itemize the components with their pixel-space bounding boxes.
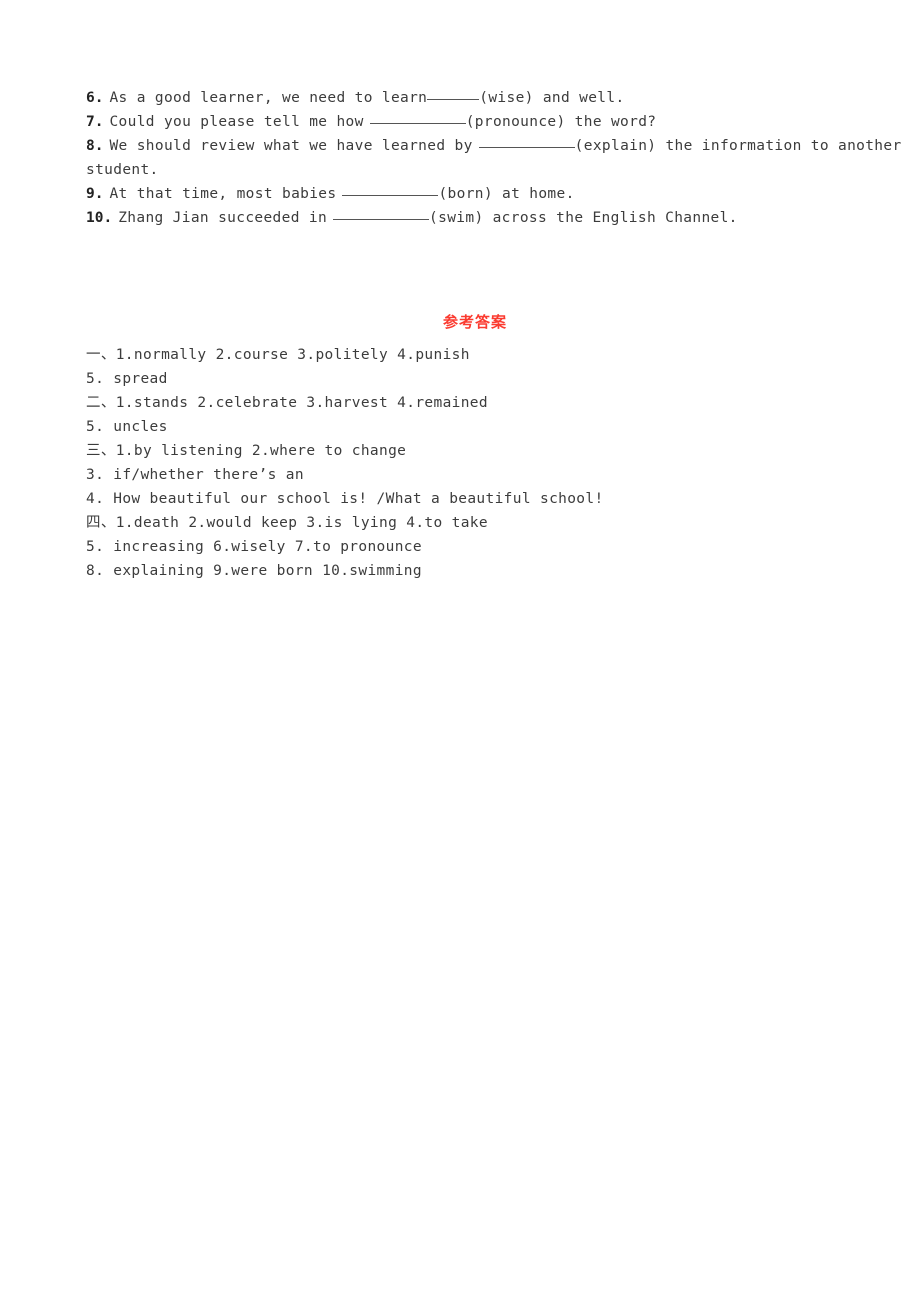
question-item: 6. As a good learner, we need to learn (wi… <box>86 86 876 110</box>
question-text-after: (wise) and well. <box>479 90 625 106</box>
question-item: 7. Could you please tell me how (pronounce… <box>86 110 876 134</box>
answer-key-line: 3. if/whether there’s an <box>86 467 304 483</box>
question-text-before: We should review what we have learned by <box>109 138 473 154</box>
answer-key-line: 四、1.death 2.would keep 3.is lying 4.to t… <box>86 515 488 531</box>
question-text-before: Zhang Jian succeeded in <box>118 210 328 226</box>
question-item: 9. At that time, most babies (born) at hom… <box>86 182 876 206</box>
answer-blank[interactable] <box>333 207 430 220</box>
question-text-before: As a good learner, we need to learn <box>109 90 428 106</box>
question-number: 9. <box>86 186 104 202</box>
answer-key-line: 二、1.stands 2.celebrate 3.harvest 4.remai… <box>86 395 488 411</box>
answer-key-line: 三、1.by listening 2.where to change <box>86 443 407 459</box>
question-text-after: (explain) the information to another <box>574 138 902 154</box>
answer-key-heading: 参考答案 <box>0 311 920 332</box>
question-number: 7. <box>86 114 104 130</box>
answer-blank[interactable] <box>427 87 480 100</box>
answer-blank[interactable] <box>369 111 466 124</box>
question-item: 8. We should review what we have learned … <box>86 134 901 158</box>
answer-key-line: 5. spread <box>86 371 168 387</box>
question-text-after: (pronounce) the word? <box>465 114 657 130</box>
answer-blank[interactable] <box>478 135 575 148</box>
question-text-after: (born) at home. <box>438 186 575 202</box>
question-number: 10. <box>86 210 113 226</box>
worksheet-page: 6. As a good learner, we need to learn (wi… <box>0 0 920 1302</box>
question-list: 6. As a good learner, we need to learn (wi… <box>86 86 901 230</box>
question-text-after: (swim) across the English Channel. <box>429 210 738 226</box>
question-item: 10. Zhang Jian succeeded in (swim) across … <box>86 206 876 230</box>
answer-key-line: 5. uncles <box>86 419 168 435</box>
answer-key-line: 5. increasing 6.wisely 7.to pronounce <box>86 539 422 555</box>
question-text-before: Could you please tell me how <box>109 114 364 130</box>
question-text-before: At that time, most babies <box>109 186 337 202</box>
answer-key-line: 8. explaining 9.were born 10.swimming <box>86 563 422 579</box>
question-number: 6. <box>86 90 104 106</box>
question-number: 8. <box>86 138 104 154</box>
answer-blank[interactable] <box>342 183 439 196</box>
question-continuation: student. <box>86 162 159 178</box>
answer-key-line: 4. How beautiful our school is! /What a … <box>86 491 604 507</box>
answer-key-heading-label: 参考答案 <box>442 313 507 331</box>
answer-key-line: 一、1.normally 2.course 3.politely 4.punis… <box>86 347 470 363</box>
answer-key-list: 一、1.normally 2.course 3.politely 4.punis… <box>86 343 876 583</box>
